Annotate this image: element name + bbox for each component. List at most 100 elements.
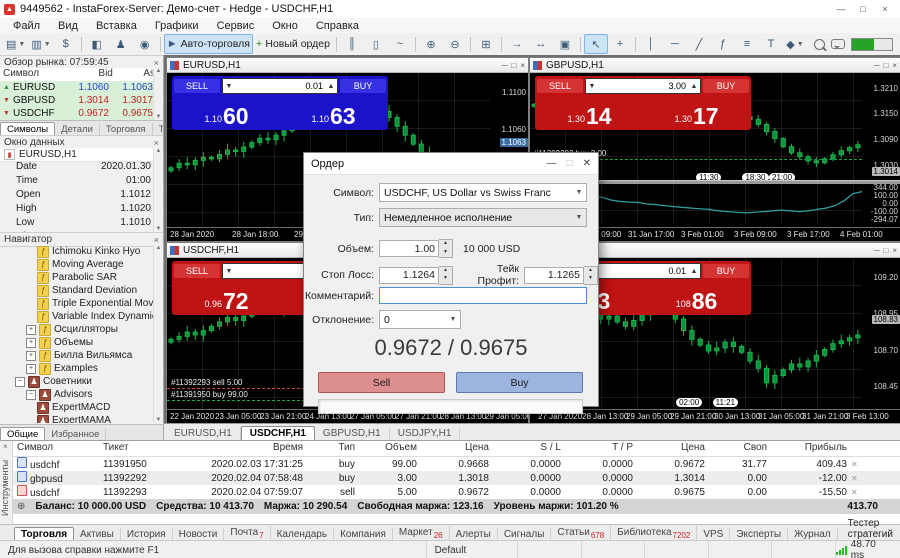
shapes-button[interactable]: ◆▼	[783, 34, 807, 54]
trendline-button[interactable]: ╱	[687, 34, 711, 54]
close-position-icon[interactable]: ✕	[851, 474, 862, 483]
dialog-minimize-button[interactable]: —	[547, 158, 557, 169]
toolbox-tab[interactable]: Торговля	[14, 527, 74, 541]
vertical-line-button[interactable]: │	[639, 34, 663, 54]
close-icon[interactable]: ×	[154, 58, 159, 68]
volume-input[interactable]: ▼0.01▲	[585, 263, 701, 279]
market-watch-row[interactable]: ▼USDCHF0.96720.9675	[0, 107, 163, 120]
chevron-down-icon[interactable]: ▼	[586, 83, 598, 90]
chevron-up-icon[interactable]: ▲	[688, 83, 700, 90]
menu-item[interactable]: Графики	[146, 20, 208, 32]
market-watch-scrollbar[interactable]: ▲▼	[153, 68, 163, 120]
navigator-scrollbar[interactable]: ▲▼	[153, 245, 163, 423]
close-position-icon[interactable]: ✕	[851, 460, 862, 469]
chevron-down-icon[interactable]: ▼	[223, 268, 235, 275]
symbol-select[interactable]: USDCHF, US Dollar vs Swiss Franc ▼	[379, 183, 587, 202]
text-tool-button[interactable]: T	[759, 34, 783, 54]
navigator-item[interactable]: ♟ExpertMACD	[0, 401, 153, 414]
volume-input[interactable]: ▼3.00▲	[585, 78, 701, 94]
sell-button[interactable]: Sell	[318, 372, 445, 393]
expand-toggle-icon[interactable]: +	[26, 351, 36, 361]
chart-maximize-button[interactable]: □	[883, 246, 888, 255]
menu-item[interactable]: Вставка	[87, 20, 146, 32]
sell-button[interactable]: SELL	[537, 79, 583, 93]
chart-tab[interactable]: USDCHF,H1	[241, 426, 315, 440]
data-window-scrollbar[interactable]: ▲▼	[153, 148, 163, 232]
chart-minimize-button[interactable]: ─	[874, 246, 880, 255]
expand-toggle-icon[interactable]: +	[26, 338, 36, 348]
column-header[interactable]: Тип	[307, 441, 359, 456]
sell-button[interactable]: SELL	[174, 264, 220, 278]
price-scale[interactable]: 109.20108.95108.70108.45108.83	[864, 258, 900, 409]
connection-status[interactable]: 48.70 ms	[836, 539, 900, 558]
menu-item[interactable]: Сервис	[208, 20, 264, 32]
chart-minimize-button[interactable]: ─	[502, 61, 508, 70]
history-center-button[interactable]: $	[54, 34, 78, 54]
chart-window-titlebar[interactable]: GBPUSD,H1─□×	[530, 58, 900, 73]
market-watch-row[interactable]: ▼GBPUSD1.30141.3017	[0, 94, 163, 107]
table-row[interactable]: gbpusd113922922020.02.04 07:58:48buy3.00…	[13, 471, 900, 485]
comment-input[interactable]	[379, 287, 587, 304]
candles-chart-type-button[interactable]: ▯	[364, 34, 388, 54]
menu-item[interactable]: Окно	[263, 20, 307, 32]
data-window-toggle-button[interactable]: ◧	[85, 34, 109, 54]
fibonacci-button[interactable]: ƒ	[711, 34, 735, 54]
dialog-close-button[interactable]: ✕	[583, 158, 591, 169]
toolbox-tab[interactable]: Маркет26	[393, 526, 450, 541]
order-dialog-titlebar[interactable]: Ордер — □ ✕	[304, 153, 598, 175]
buy-button[interactable]: BUY	[703, 79, 749, 93]
signals-button[interactable]: ◉	[133, 34, 157, 54]
buy-button[interactable]: BUY	[703, 264, 749, 278]
table-row[interactable]: usdchf113922932020.02.04 07:59:07sell5.0…	[13, 485, 900, 499]
time-axis[interactable]: 27 Jan 202028 Jan 13:0029 Jan 05:0029 Ja…	[530, 409, 900, 423]
expand-toggle-icon[interactable]: −	[26, 390, 36, 400]
column-header[interactable]: Символ	[0, 68, 69, 81]
expand-toggle-icon[interactable]: +	[26, 325, 36, 335]
navigator-item[interactable]: ƒParabolic SAR	[0, 271, 153, 284]
navigator-item[interactable]: ƒIchimoku Kinko Hyo	[0, 245, 153, 258]
cursor-button[interactable]: ↖	[584, 34, 608, 54]
navigator-item[interactable]: +ƒExamples	[0, 362, 153, 375]
price-scale[interactable]: 1.32101.31501.30901.30301.3014	[864, 73, 900, 180]
navigator-item[interactable]: +ƒОсцилляторы	[0, 323, 153, 336]
chart-maximize-button[interactable]: □	[511, 61, 516, 70]
market-watch-row[interactable]: ▲EURUSD1.10601.1063	[0, 81, 163, 94]
stop-loss-input[interactable]: 1.1264	[379, 267, 439, 284]
chart-minimize-button[interactable]: ─	[874, 61, 880, 70]
navigator-item[interactable]: ♟ExpertMAMA	[0, 414, 153, 423]
window-close-button[interactable]: ×	[874, 1, 896, 17]
zoom-out-button[interactable]: ⊖	[443, 34, 467, 54]
column-header[interactable]: Объем	[359, 441, 421, 456]
order-type-select[interactable]: Немедленное исполнение ▼	[379, 208, 587, 227]
close-icon[interactable]: ×	[154, 235, 159, 245]
strategy-tester-tab[interactable]: Тестер стратегий	[838, 517, 900, 541]
stop-loss-stepper[interactable]: ▲▼	[439, 266, 453, 285]
menu-item[interactable]: Файл	[4, 20, 49, 32]
chart-maximize-button[interactable]: □	[883, 61, 888, 70]
sell-button[interactable]: SELL	[174, 79, 220, 93]
close-position-icon[interactable]: ✕	[851, 488, 862, 497]
table-row[interactable]: usdchf113919502020.02.03 17:31:25buy99.0…	[13, 457, 900, 471]
column-header[interactable]: Цена	[421, 441, 493, 456]
expand-toggle-icon[interactable]: +	[26, 364, 36, 374]
column-header[interactable]: Цена	[637, 441, 709, 456]
profiles-button[interactable]: ▥▼	[28, 34, 53, 54]
crosshair-button[interactable]: +	[608, 34, 632, 54]
market-watch-tab[interactable]: Символы	[0, 122, 55, 136]
auto-scroll-button[interactable]: ↔	[529, 34, 553, 54]
chevron-down-icon[interactable]: ▼	[223, 83, 235, 90]
horizontal-line-button[interactable]: ─	[663, 34, 687, 54]
buy-button[interactable]: Buy	[456, 372, 583, 393]
navigator-item[interactable]: −♟Advisors	[0, 388, 153, 401]
column-header[interactable]: Тикет	[99, 441, 185, 456]
column-header[interactable]: S / L	[493, 441, 565, 456]
status-profile[interactable]: Default	[427, 541, 518, 558]
navigator-item[interactable]: ƒStandard Deviation	[0, 284, 153, 297]
buy-button[interactable]: BUY	[340, 79, 386, 93]
window-minimize-button[interactable]: —	[830, 1, 852, 17]
navigator-item[interactable]: ƒTriple Exponential Movin	[0, 297, 153, 310]
volume-input[interactable]: ▼0.01▲	[222, 78, 338, 94]
channels-button[interactable]: ≡	[735, 34, 759, 54]
line-chart-type-button[interactable]: ~	[388, 34, 412, 54]
dialog-maximize-button[interactable]: □	[567, 158, 573, 169]
